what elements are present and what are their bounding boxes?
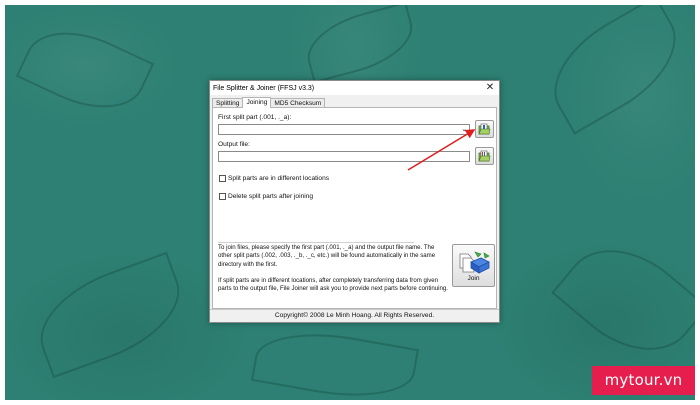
- first-part-label: First split part (.001, ._a):: [218, 114, 292, 121]
- info-paragraph: To join files, please specify the first …: [218, 244, 436, 268]
- join-instructions: To join files, please specify the first …: [218, 244, 448, 301]
- close-button[interactable]: ✕: [485, 82, 495, 93]
- chevron-down-icon[interactable]: ⌄: [461, 125, 467, 135]
- folder-open-icon: [478, 123, 491, 134]
- folder-save-icon: [478, 150, 491, 161]
- join-button[interactable]: Join: [452, 244, 495, 287]
- first-part-combobox[interactable]: ⌄: [218, 124, 470, 135]
- checkbox-box[interactable]: [219, 193, 226, 200]
- browse-output-button[interactable]: [475, 147, 494, 165]
- leaf-decoration: [251, 321, 419, 400]
- leaf-decoration: [551, 223, 695, 377]
- joining-panel: First split part (.001, ._a): ⌄ Output f…: [212, 107, 497, 309]
- copyright-text: Copyright© 2008 Le Minh Hoang. All Right…: [274, 312, 435, 319]
- section-divider: [218, 242, 414, 243]
- leaf-decoration: [15, 12, 155, 128]
- info-paragraph: If split parts are in different location…: [218, 276, 448, 293]
- different-locations-label: Split parts are in different locations: [228, 175, 330, 182]
- leaf-decoration: [534, 5, 695, 135]
- delete-parts-label: Delete split parts after joining: [228, 193, 314, 200]
- browse-first-part-button[interactable]: [475, 120, 494, 138]
- output-file-label: Output file:: [218, 141, 250, 148]
- status-bar: Copyright© 2008 Le Minh Hoang. All Right…: [210, 309, 499, 322]
- different-locations-checkbox[interactable]: Split parts are in different locations: [219, 175, 329, 182]
- delete-parts-checkbox[interactable]: Delete split parts after joining: [219, 193, 313, 200]
- output-file-input[interactable]: [218, 151, 470, 162]
- join-files-icon: [459, 251, 490, 274]
- leaf-decoration: [25, 251, 195, 379]
- tab-joining[interactable]: Joining: [242, 97, 272, 108]
- leaf-decoration: [299, 5, 421, 84]
- window-title: File Splitter & Joiner (FFSJ v3.3): [213, 84, 315, 92]
- join-button-label: Join: [467, 275, 480, 282]
- checkbox-box[interactable]: [219, 175, 226, 182]
- ffsj-window: File Splitter & Joiner (FFSJ v3.3) ✕ Spl…: [209, 80, 500, 323]
- mytour-watermark: mytour.vn: [592, 366, 695, 395]
- title-bar[interactable]: File Splitter & Joiner (FFSJ v3.3) ✕: [210, 81, 499, 95]
